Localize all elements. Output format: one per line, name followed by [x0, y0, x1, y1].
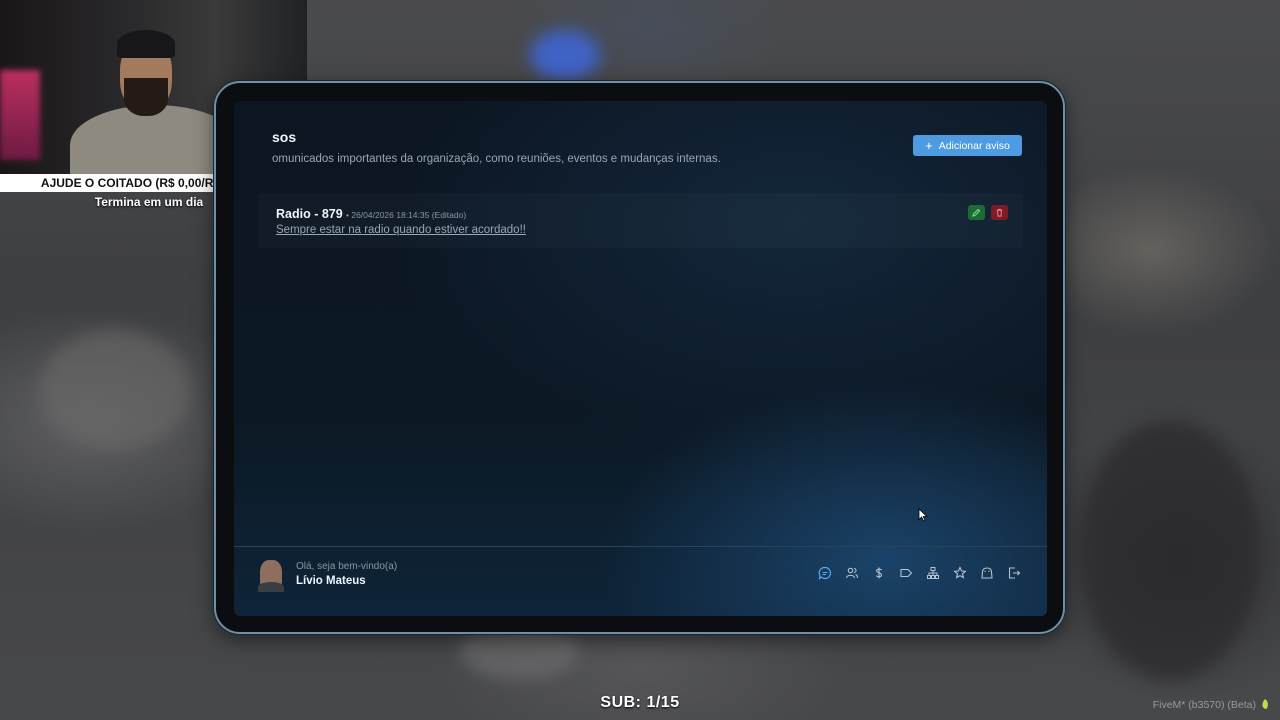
- bag-icon: [981, 567, 993, 579]
- nav-finance[interactable]: [872, 566, 886, 580]
- nav-store[interactable]: [980, 566, 994, 580]
- nav-logout[interactable]: [1007, 566, 1021, 580]
- sub-counter: SUB: 1/15: [600, 694, 680, 711]
- nav-notices[interactable]: [818, 566, 832, 580]
- page-title: sos: [272, 129, 297, 145]
- notice-title: Radio - 879: [276, 207, 343, 221]
- bottom-nav: [818, 566, 1021, 580]
- page-description: omunicados importantes da organização, c…: [272, 153, 721, 165]
- nav-favorites[interactable]: [953, 566, 967, 580]
- fivem-logo-icon: [1262, 699, 1268, 709]
- greeting-text: Olá, seja bem-vindo(a): [296, 561, 398, 572]
- hierarchy-icon: [927, 567, 939, 579]
- add-notice-label: Adicionar aviso: [938, 139, 1010, 152]
- fivem-version: FiveM* (b3570) (Beta): [1152, 699, 1256, 711]
- chat-bubble-icon: [818, 566, 832, 580]
- tablet-screen: sos omunicados importantes da organizaçã…: [234, 101, 1047, 616]
- notice-meta: • 26/04/2026 18:14:35 (Editado): [346, 210, 467, 220]
- notice-body: Sempre estar na radio quando estiver aco…: [276, 224, 526, 236]
- notices-header: sos omunicados importantes da organizaçã…: [234, 129, 1023, 179]
- star-icon: [953, 566, 967, 579]
- tablet-footer: Olá, seja bem-vindo(a) Lívio Mateus: [234, 546, 1047, 616]
- avatar: [258, 560, 284, 592]
- delete-notice-button[interactable]: [991, 205, 1008, 220]
- dollar-icon: [875, 567, 883, 579]
- add-notice-button[interactable]: + Adicionar aviso: [913, 135, 1022, 156]
- tag-icon: [900, 568, 913, 578]
- edit-notice-button[interactable]: [968, 205, 985, 220]
- trash-icon: [996, 208, 1003, 217]
- plus-icon: +: [925, 138, 933, 153]
- users-icon: [845, 567, 859, 579]
- username: Lívio Mateus: [296, 575, 366, 587]
- notice-card: Radio - 879 • 26/04/2026 18:14:35 (Edita…: [258, 193, 1023, 248]
- pencil-icon: [972, 208, 981, 217]
- nav-tags[interactable]: [899, 566, 913, 580]
- logout-icon: [1008, 567, 1021, 579]
- nav-members[interactable]: [845, 566, 859, 580]
- mouse-cursor-icon: [918, 508, 928, 522]
- tablet-frame: sos omunicados importantes da organizaçã…: [214, 81, 1065, 634]
- nav-hierarchy[interactable]: [926, 566, 940, 580]
